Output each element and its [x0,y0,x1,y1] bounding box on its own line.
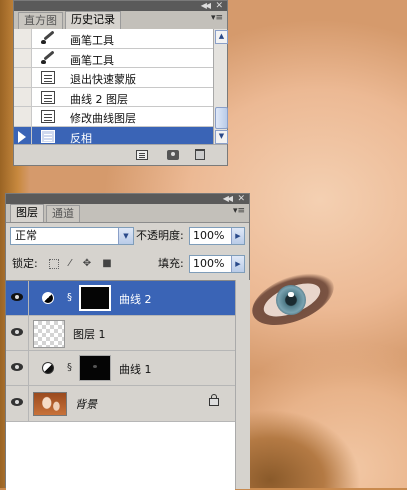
adjustment-layer-icon [42,292,54,304]
history-state-icon [41,110,55,123]
layer-name[interactable]: 曲线 2 [119,291,152,307]
tab-layers[interactable]: 图层 [10,204,44,222]
snapshot-source-slot[interactable] [14,107,32,126]
new-document-icon[interactable] [136,150,148,160]
tab-histogram[interactable]: 直方图 [18,12,63,29]
history-state-icon [41,90,55,104]
hair-strands [230,400,370,488]
fill-field[interactable]: 100% ▶ [189,255,245,273]
photo-eye [244,262,342,336]
layer-thumbnail[interactable] [33,392,67,416]
history-item-label: 画笔工具 [70,34,114,47]
history-item[interactable]: 画笔工具 [14,29,213,49]
layers-scrollbar[interactable] [235,280,250,489]
history-item-label: 修改曲线图层 [70,112,136,125]
brush-icon [41,52,55,65]
tab-history[interactable]: 历史记录 [65,11,121,29]
layer-mask-thumbnail[interactable] [79,355,111,381]
history-state-icon [41,129,55,143]
history-item[interactable]: 退出快速蒙版 [14,68,213,88]
lock-all-icon[interactable]: ■ [102,259,112,269]
lock-brush-icon[interactable]: ⁄ [65,259,75,269]
lock-transparency-icon[interactable] [49,259,59,269]
panel-menu-icon[interactable]: ▾≡ [233,206,245,216]
chevron-down-icon[interactable]: ▼ [118,228,133,244]
history-item-label: 画笔工具 [70,53,114,67]
history-footer [14,144,227,165]
layer-row-background[interactable]: 背景 [6,386,235,422]
eye-icon[interactable] [11,398,23,406]
history-item[interactable]: 修改曲线图层 [14,107,213,127]
lock-row: 锁定: ⁄ ✥ ■ 填充: 100% ▶ [6,252,249,276]
chevron-right-icon[interactable]: ▶ [231,256,244,272]
panel-menu-icon[interactable]: ▾≡ [211,13,223,23]
snapshot-source-slot[interactable] [14,87,32,106]
adjustment-layer-icon [42,362,54,374]
lock-label: 锁定: [12,257,38,270]
fill-value: 100% [193,257,225,270]
close-icon[interactable]: ✕ [237,194,245,204]
scroll-up-icon[interactable]: ▲ [215,30,228,44]
visibility-toggle[interactable] [6,281,29,315]
brush-icon [41,32,55,45]
snapshot-source-slot[interactable] [14,68,32,87]
visibility-toggle[interactable] [6,316,29,350]
history-panel: ◀◀ ✕ 直方图 历史记录 ▾≡ 画笔工具 画笔工具 退出快速蒙版 曲线 2 图… [13,0,228,166]
close-icon[interactable]: ✕ [215,1,223,11]
lock-move-icon[interactable]: ✥ [82,259,92,269]
blend-mode-value: 正常 [15,229,37,242]
link-chain-icon[interactable]: § [67,361,72,374]
current-state-arrow-icon[interactable] [18,130,26,143]
collapse-icon[interactable]: ◀◀ [201,1,211,11]
camera-icon[interactable] [167,150,179,160]
history-item[interactable]: 曲线 2 图层 [14,87,213,107]
history-item-label: 退出快速蒙版 [70,73,136,86]
layer-thumbnail[interactable] [33,320,65,348]
trash-icon[interactable] [195,149,205,160]
history-item-label: 反相 [70,131,92,145]
layer-row-curves-1[interactable]: § 曲线 1 [6,351,235,386]
layer-list: § 曲线 2 图层 1 § 曲线 1 背景 [6,280,235,490]
lock-icon [209,394,219,406]
history-item[interactable]: 画笔工具 [14,48,213,68]
blend-row: 正常 ▼ 不透明度: 100% ▶ [6,224,249,248]
opacity-value: 100% [193,229,225,242]
chevron-right-icon[interactable]: ▶ [231,228,244,244]
opacity-label: 不透明度: [136,229,184,242]
link-chain-icon[interactable]: § [67,291,72,304]
layers-tabs: 图层 通道 ▾≡ [6,204,249,223]
visibility-toggle[interactable] [6,386,29,421]
visibility-toggle[interactable] [6,351,29,385]
history-item-selected[interactable]: 反相 [14,126,213,145]
scroll-down-icon[interactable]: ▼ [215,130,228,144]
eye-icon[interactable] [11,293,23,301]
history-item-label: 曲线 2 图层 [70,92,128,106]
scroll-thumb[interactable] [215,107,228,129]
layer-name[interactable]: 背景 [75,396,97,412]
snapshot-source-slot[interactable] [14,29,32,48]
history-state-icon [41,71,55,84]
eye-icon[interactable] [11,328,23,336]
layers-panel: ◀◀ ✕ 图层 通道 ▾≡ 正常 ▼ 不透明度: 100% ▶ 锁定: ⁄ ✥ … [5,193,250,490]
layer-row-layer-1[interactable]: 图层 1 [6,316,235,351]
panel-titlebar: ◀◀ ✕ [14,1,227,11]
eye-icon[interactable] [11,363,23,371]
snapshot-source-slot[interactable] [14,126,32,145]
layer-mask-thumbnail[interactable] [79,285,111,311]
blend-mode-select[interactable]: 正常 ▼ [10,227,134,245]
snapshot-source-slot[interactable] [14,48,32,67]
panel-titlebar: ◀◀ ✕ [6,194,249,204]
layer-name[interactable]: 图层 1 [73,326,106,342]
history-list: 画笔工具 画笔工具 退出快速蒙版 曲线 2 图层 修改曲线图层 反相 [14,29,213,145]
history-tabs: 直方图 历史记录 ▾≡ [14,11,227,30]
tab-channels[interactable]: 通道 [46,205,80,222]
layer-row-curves-2[interactable]: § 曲线 2 [6,281,235,316]
layer-name[interactable]: 曲线 1 [119,361,152,377]
collapse-icon[interactable]: ◀◀ [223,194,233,204]
opacity-field[interactable]: 100% ▶ [189,227,245,245]
fill-label: 填充: [158,257,184,270]
history-scrollbar[interactable]: ▲ ▼ [213,29,228,145]
